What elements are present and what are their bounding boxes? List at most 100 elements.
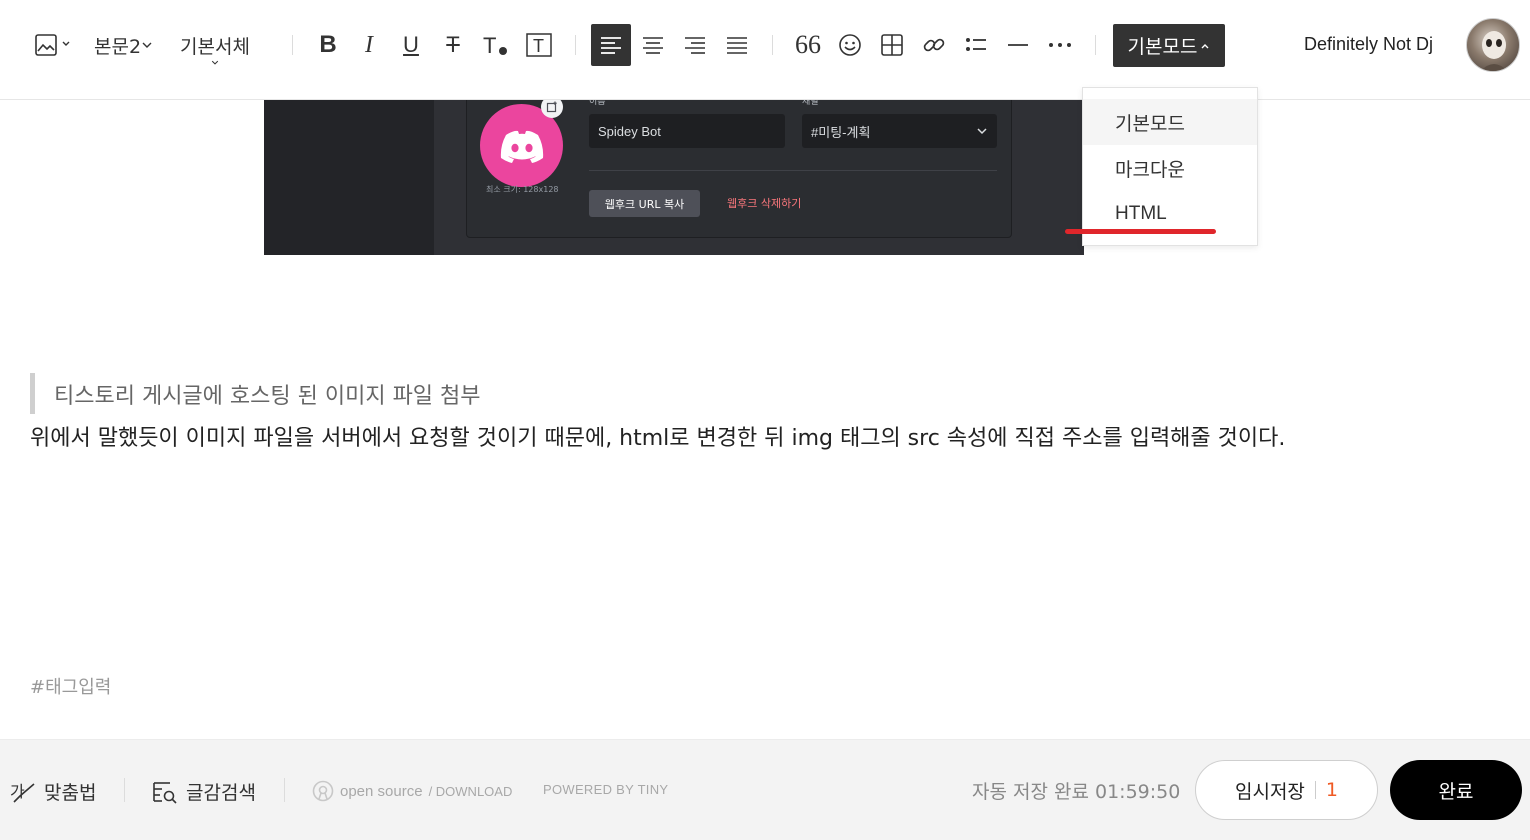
- chevron-down-icon: [211, 60, 219, 65]
- align-justify-button[interactable]: [722, 24, 752, 66]
- text-color-button[interactable]: T: [481, 24, 511, 66]
- open-source-icon: [312, 780, 334, 802]
- avatar-image: [1480, 31, 1508, 71]
- tag-input[interactable]: #태그입력: [30, 673, 111, 699]
- image-icon: [35, 34, 70, 56]
- smiley-icon: [839, 34, 861, 56]
- table-icon: [881, 34, 903, 56]
- draft-count: 1: [1325, 779, 1338, 801]
- horizontal-rule-button[interactable]: [1003, 24, 1033, 66]
- underline-icon: U: [403, 32, 419, 57]
- bold-button[interactable]: B: [313, 24, 343, 66]
- text-background-button[interactable]: T: [524, 24, 554, 66]
- align-center-button[interactable]: [638, 24, 668, 66]
- user-name[interactable]: Definitely Not Dj: [1304, 34, 1433, 55]
- strikethrough-icon: T: [446, 32, 460, 57]
- text-background-icon: T: [526, 33, 552, 57]
- toolbar-divider: [575, 35, 576, 55]
- align-justify-icon: [727, 37, 747, 54]
- paragraph-style-label: 본문2: [94, 35, 142, 58]
- download-label: / DOWNLOAD: [428, 783, 513, 799]
- editor-mode-menu: 기본모드 마크다운 HTML: [1082, 87, 1258, 246]
- paragraph-style-select[interactable]: 본문2: [94, 24, 153, 66]
- emoticon-button[interactable]: [835, 24, 865, 66]
- bold-icon: B: [319, 31, 337, 58]
- footer-divider: [284, 778, 285, 802]
- mode-option-basic[interactable]: 기본모드: [1083, 99, 1257, 145]
- align-right-icon: [685, 37, 705, 54]
- text-color-icon: T: [483, 33, 507, 58]
- powered-by-label[interactable]: POWERED BY TINY: [543, 782, 668, 797]
- copy-webhook-url-button: 웹후크 URL 복사: [589, 190, 700, 217]
- publish-done-button[interactable]: 완료: [1390, 760, 1522, 820]
- card-divider: [589, 170, 997, 171]
- spellcheck-icon: 가: [10, 782, 35, 803]
- spellcheck-button[interactable]: 가 맞춤법: [10, 778, 96, 805]
- open-source-link[interactable]: open source / DOWNLOAD: [312, 780, 512, 802]
- mode-option-markdown[interactable]: 마크다운: [1083, 145, 1257, 191]
- blockquote-text[interactable]: 티스토리 게시글에 호스팅 된 이미지 파일 첨부: [54, 378, 481, 410]
- draft-divider: [1314, 781, 1316, 799]
- horizontal-line-icon: [1008, 44, 1028, 46]
- discord-sidebar-region: [264, 100, 434, 255]
- open-source-label: open source: [340, 782, 423, 800]
- font-family-label: 기본서체: [180, 36, 250, 58]
- body-paragraph[interactable]: 위에서 말했듯이 이미지 파일을 서버에서 요청할 것이기 때문에, html로…: [30, 418, 1310, 459]
- content-search-button[interactable]: 글감검색: [152, 778, 256, 805]
- underline-button[interactable]: U: [396, 24, 426, 66]
- chevron-down-icon: [142, 42, 152, 48]
- channel-field-label: 채널: [802, 100, 819, 107]
- align-center-icon: [643, 37, 663, 54]
- bot-name-field: Spidey Bot: [589, 114, 785, 148]
- italic-icon: I: [365, 31, 373, 58]
- align-right-button[interactable]: [680, 24, 710, 66]
- strikethrough-button[interactable]: T: [438, 24, 468, 66]
- align-left-button[interactable]: [591, 24, 631, 66]
- toolbar-divider: [772, 35, 773, 55]
- embedded-screenshot-image[interactable]: 최소 크기: 128x128 이름 채널 Spidey Bot #미팅-계획 웹…: [264, 100, 1084, 255]
- list-button[interactable]: [961, 24, 991, 66]
- editor-mode-button[interactable]: 기본모드: [1113, 24, 1225, 67]
- save-draft-button[interactable]: 임시저장 1: [1195, 760, 1378, 820]
- chevron-down-icon: [977, 128, 987, 135]
- italic-button[interactable]: I: [354, 24, 384, 66]
- editor-toolbar: 본문2 기본서체 B I U T T T 66 기본모드 Definitely …: [0, 0, 1530, 100]
- bullet-list-icon: [966, 38, 986, 51]
- quote-button[interactable]: 66: [793, 24, 823, 66]
- content-search-label: 글감검색: [186, 782, 256, 804]
- autosave-status: 자동 저장 완료 01:59:50: [972, 781, 1181, 803]
- align-left-icon: [601, 37, 621, 54]
- font-family-select[interactable]: 기본서체: [180, 24, 250, 66]
- html-highlight-underline: [1065, 229, 1216, 234]
- editor-footer: 가 맞춤법 글감검색 open source / DOWNLOAD POWERE…: [0, 739, 1530, 840]
- mode-option-label: 기본모드: [1115, 112, 1185, 135]
- more-button[interactable]: [1045, 24, 1075, 66]
- link-icon: [923, 38, 945, 52]
- avatar[interactable]: [1466, 18, 1520, 72]
- mode-option-label: HTML: [1115, 203, 1167, 224]
- save-draft-label: 임시저장: [1234, 780, 1305, 803]
- channel-select: #미팅-계획: [802, 114, 997, 148]
- publish-done-label: 완료: [1438, 780, 1474, 803]
- spellcheck-label: 맞춤법: [44, 782, 97, 804]
- footer-divider: [124, 778, 125, 802]
- mode-option-label: 마크다운: [1115, 158, 1185, 181]
- delete-webhook-link: 웹후크 삭제하기: [727, 197, 802, 210]
- link-button[interactable]: [919, 24, 949, 66]
- search-document-icon: [153, 781, 177, 804]
- toolbar-divider: [1095, 35, 1096, 55]
- channel-value: #미팅-계획: [811, 124, 871, 140]
- quote-icon: 66: [795, 30, 821, 59]
- min-size-caption: 최소 크기: 128x128: [486, 185, 559, 194]
- table-button[interactable]: [877, 24, 907, 66]
- image-insert-button[interactable]: [30, 24, 74, 66]
- toolbar-divider: [292, 35, 293, 55]
- discord-logo-icon: [500, 130, 543, 163]
- name-field-label: 이름: [589, 100, 606, 107]
- editor-mode-label: 기본모드: [1127, 36, 1198, 58]
- more-dots-icon: [1049, 43, 1071, 47]
- bot-name-value: Spidey Bot: [598, 123, 661, 139]
- svg-text:T: T: [483, 33, 496, 58]
- svg-text:T: T: [533, 36, 544, 56]
- blockquote-bar: [30, 373, 35, 414]
